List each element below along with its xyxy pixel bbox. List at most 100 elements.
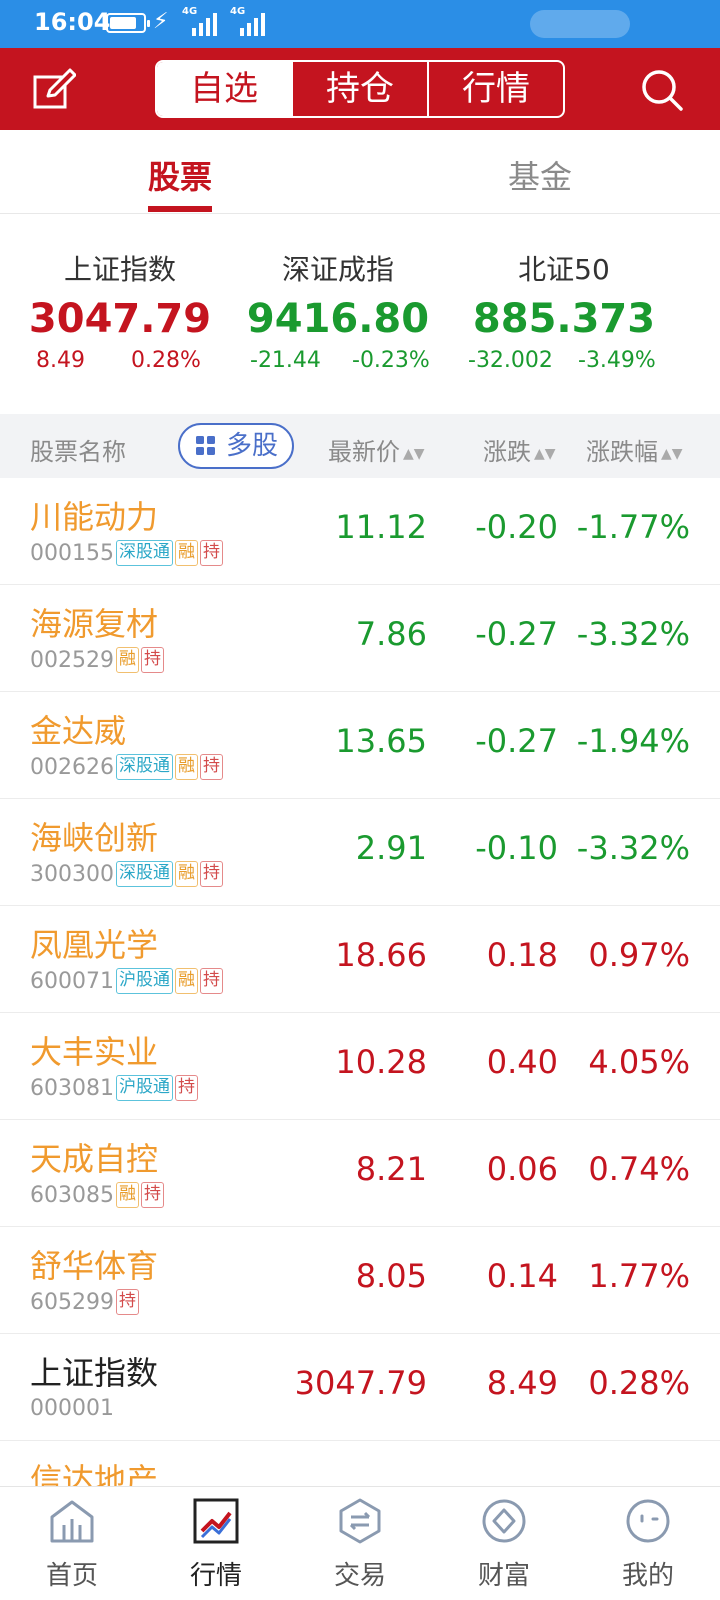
stock-code-line: 603081 沪股通持 — [30, 1075, 198, 1101]
stock-code-line: 605299 持 — [30, 1289, 139, 1315]
stock-tag: 融 — [115, 647, 139, 673]
table-row[interactable]: 大丰实业 603081 沪股通持 10.28 0.40 4.05% — [0, 1013, 720, 1120]
table-row[interactable]: 天成自控 603085 融持 8.21 0.06 0.74% — [0, 1120, 720, 1227]
stock-pct: -1.94% — [576, 722, 690, 760]
stock-code: 002626 — [30, 754, 114, 780]
tab-market[interactable]: 行情 — [427, 62, 563, 116]
nav-home[interactable]: 首页 — [0, 1487, 144, 1600]
stock-tag: 持 — [140, 1182, 164, 1208]
stock-tag: 持 — [199, 968, 223, 994]
edit-icon[interactable] — [32, 68, 76, 112]
index-pct: 0.28% — [131, 348, 201, 373]
stock-tag: 沪股通 — [115, 1075, 173, 1101]
stock-price: 2.91 — [355, 829, 427, 867]
stock-pct: 0.28% — [588, 1364, 690, 1402]
active-tab-indicator — [148, 206, 212, 212]
sort-icon: ▲▼ — [403, 446, 425, 462]
table-row[interactable]: 舒华体育 605299 持 8.05 0.14 1.77% — [0, 1227, 720, 1334]
chart-icon — [193, 1498, 239, 1544]
stock-code-line: 600071 沪股通融持 — [30, 968, 223, 994]
network-type-label: 4G — [230, 6, 246, 17]
stock-code: 603081 — [30, 1075, 114, 1101]
stock-code: 600071 — [30, 968, 114, 994]
stock-tag: 持 — [115, 1289, 139, 1315]
nav-trade[interactable]: 交易 — [288, 1487, 432, 1600]
stock-code: 605299 — [30, 1289, 114, 1315]
nav-label: 财富 — [477, 1561, 530, 1591]
index-value: 9416.80 — [246, 296, 430, 342]
table-row[interactable]: 川能动力 000155 深股通融持 11.12 -0.20 -1.77% — [0, 478, 720, 585]
stock-price: 8.05 — [355, 1257, 427, 1295]
stock-code-line: 002626 深股通融持 — [30, 754, 223, 780]
multi-stock-label: 多股 — [226, 431, 279, 461]
stock-pct: 0.97% — [588, 936, 690, 974]
stock-code: 300300 — [30, 861, 114, 887]
stock-price: 13.65 — [335, 722, 427, 760]
stock-change: -0.10 — [475, 829, 558, 867]
stock-code-line: 002529 融持 — [30, 647, 164, 673]
stock-change: 0.06 — [486, 1150, 558, 1188]
table-row[interactable]: 海峡创新 300300 深股通融持 2.91 -0.10 -3.32% — [0, 799, 720, 906]
tab-funds[interactable]: 基金 — [508, 152, 572, 198]
wealth-icon — [482, 1499, 526, 1543]
stock-name: 凤凰光学 — [30, 926, 159, 964]
stock-change: -0.27 — [475, 722, 558, 760]
tab-watchlist[interactable]: 自选 — [157, 62, 291, 116]
nav-label: 行情 — [189, 1561, 242, 1591]
col-price-header[interactable]: 最新价 ▲▼ — [328, 432, 425, 467]
nav-market[interactable]: 行情 — [144, 1487, 288, 1600]
stock-change: -0.20 — [475, 508, 558, 546]
stock-change: 0.18 — [486, 936, 558, 974]
index-name: 深证成指 — [281, 253, 394, 286]
status-watermark — [530, 10, 630, 38]
stock-code: 000001 — [30, 1396, 114, 1421]
stock-code-line: 000155 深股通融持 — [30, 540, 223, 566]
stock-code: 002529 — [30, 647, 114, 673]
tab-stocks[interactable]: 股票 — [148, 152, 212, 198]
home-icon — [50, 1500, 94, 1543]
sort-icon: ▲▼ — [534, 446, 556, 462]
nav-label: 我的 — [621, 1561, 674, 1591]
top-bar: 自选 持仓 行情 — [0, 48, 720, 130]
col-name-header: 股票名称 — [30, 438, 126, 466]
stock-tag: 融 — [174, 754, 198, 780]
exchange-icon — [339, 1498, 381, 1544]
stock-name: 天成自控 — [30, 1140, 159, 1178]
stock-pct: 1.77% — [588, 1257, 690, 1295]
table-row[interactable]: 金达威 002626 深股通融持 13.65 -0.27 -1.94% — [0, 692, 720, 799]
table-row[interactable]: 海源复材 002529 融持 7.86 -0.27 -3.32% — [0, 585, 720, 692]
stock-tag: 融 — [115, 1182, 139, 1208]
stock-pct: 4.05% — [588, 1043, 690, 1081]
index-value: 885.373 — [472, 296, 656, 342]
index-card-sh[interactable]: 上证指数 3047.79 — [0, 248, 240, 342]
col-change-header[interactable]: 涨跌 ▲▼ — [483, 432, 556, 467]
stock-pct: -3.32% — [576, 829, 690, 867]
nav-profile[interactable]: 我的 — [576, 1487, 720, 1600]
col-pct-header[interactable]: 涨跌幅 ▲▼ — [586, 432, 683, 467]
multi-stock-button[interactable]: 多股 — [178, 423, 294, 469]
stock-price: 11.12 — [335, 508, 427, 546]
stock-price: 18.66 — [335, 936, 427, 974]
stock-pct: -3.32% — [576, 615, 690, 653]
stock-tag: 融 — [174, 540, 198, 566]
sort-icon: ▲▼ — [661, 446, 683, 462]
profile-icon — [626, 1499, 670, 1543]
nav-wealth[interactable]: 财富 — [432, 1487, 576, 1600]
index-name: 上证指数 — [63, 253, 176, 286]
stock-tag: 持 — [140, 647, 164, 673]
index-card-sz[interactable]: 深证成指 9416.80 — [218, 248, 458, 342]
tab-holdings[interactable]: 持仓 — [291, 62, 427, 116]
index-name: 北证50 — [518, 253, 610, 286]
index-pct: -0.23% — [352, 348, 430, 373]
stock-list[interactable]: 川能动力 000155 深股通融持 11.12 -0.20 -1.77% 海源复材 00252… — [0, 478, 720, 1486]
table-row[interactable]: 上证指数 000001 3047.79 8.49 0.28% — [0, 1334, 720, 1441]
stock-tag: 深股通 — [115, 754, 173, 780]
table-row[interactable]: 信达地产 — [0, 1441, 720, 1486]
stock-tag: 持 — [199, 861, 223, 887]
index-card-bz[interactable]: 北证50 885.373 — [444, 248, 684, 342]
status-time: 16:04 — [34, 8, 111, 36]
stock-tag: 沪股通 — [115, 968, 173, 994]
segment-control: 自选 持仓 行情 — [155, 60, 565, 118]
table-row[interactable]: 凤凰光学 600071 沪股通融持 18.66 0.18 0.97% — [0, 906, 720, 1013]
search-icon[interactable] — [640, 68, 684, 112]
